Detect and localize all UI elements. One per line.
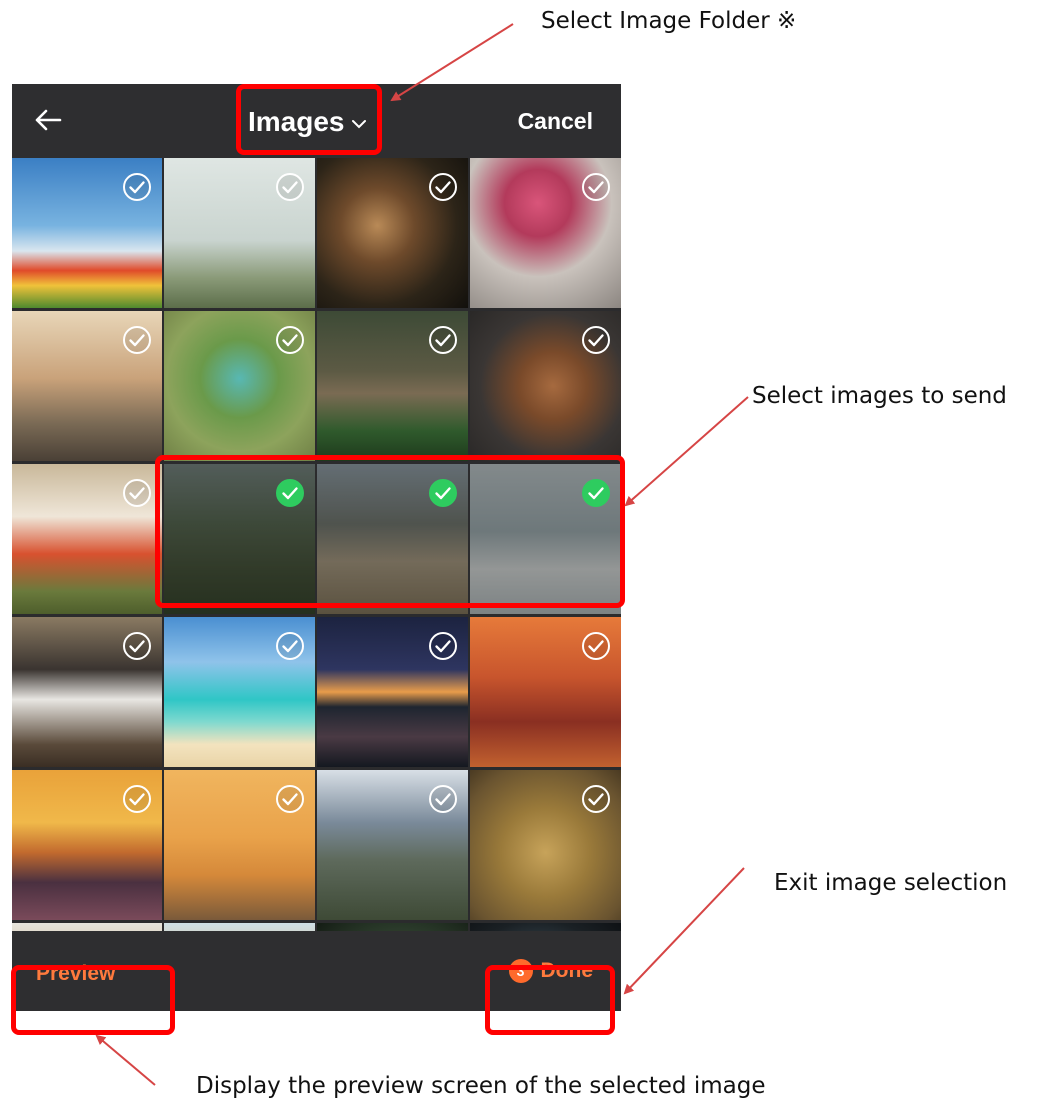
preview-button[interactable]: Preview [36, 962, 115, 986]
arrow-exit [623, 867, 745, 995]
check-circle-icon[interactable] [581, 631, 611, 661]
back-arrow-icon[interactable] [30, 102, 66, 138]
image-picker-screen: Images Cancel Preview 3 Done [12, 84, 621, 1011]
image-tile-husky-man[interactable] [12, 617, 162, 767]
check-circle-icon[interactable] [122, 784, 152, 814]
image-tile-tree-milkyway[interactable] [317, 617, 468, 767]
image-tile-giraffe[interactable] [164, 923, 315, 931]
image-tile-woman-field[interactable] [164, 464, 315, 614]
done-label: Done [540, 959, 594, 982]
check-circle-icon[interactable] [428, 172, 458, 202]
image-tile-elk[interactable] [317, 770, 468, 920]
image-tile-heron[interactable] [470, 923, 621, 931]
image-tile-abyssinian-cat[interactable] [470, 311, 621, 461]
check-circle-icon[interactable] [122, 172, 152, 202]
image-tile-jay-bird[interactable] [317, 158, 468, 308]
image-tile-lynx[interactable] [317, 311, 468, 461]
image-tile-venice-canal[interactable] [12, 311, 162, 461]
arrow-preview [95, 1034, 156, 1086]
image-tile-pink-peonies[interactable] [470, 158, 621, 308]
check-circle-icon[interactable] [122, 631, 152, 661]
annotation-select-folder: Select Image Folder ※ [541, 8, 797, 34]
annotation-preview: Display the preview screen of the select… [196, 1073, 766, 1099]
cancel-button[interactable]: Cancel [518, 108, 593, 135]
image-tile-palm-trees[interactable] [164, 158, 315, 308]
image-tile-eagle[interactable] [12, 923, 162, 931]
arrow-select [624, 396, 749, 507]
bottom-bar: Preview 3 Done [12, 931, 621, 1011]
image-tile-golden-gate[interactable] [470, 617, 621, 767]
image-tile-flower-bird[interactable] [317, 923, 468, 931]
folder-title: Images [248, 106, 345, 137]
check-circle-icon[interactable] [428, 631, 458, 661]
image-tile-lion[interactable] [470, 770, 621, 920]
image-grid [12, 158, 621, 931]
check-circle-icon[interactable] [428, 325, 458, 355]
annotation-exit-selection: Exit image selection [774, 870, 1008, 896]
check-circle-icon[interactable] [275, 325, 305, 355]
check-circle-icon[interactable] [581, 784, 611, 814]
check-circle-icon[interactable] [275, 784, 305, 814]
image-tile-vintage-car[interactable] [164, 770, 315, 920]
check-circle-icon[interactable] [428, 784, 458, 814]
folder-selector[interactable]: Images [248, 102, 367, 142]
check-selected-icon[interactable] [581, 478, 611, 508]
image-tile-surfer[interactable] [470, 464, 621, 614]
image-tile-french-bulldog[interactable] [12, 464, 162, 614]
annotation-select-images: Select images to send [752, 383, 1007, 409]
done-button[interactable]: 3 Done [508, 959, 594, 983]
check-selected-icon[interactable] [428, 478, 458, 508]
check-circle-icon[interactable] [122, 325, 152, 355]
check-selected-icon[interactable] [275, 478, 305, 508]
check-circle-icon[interactable] [581, 325, 611, 355]
image-tile-beach-boat[interactable] [164, 617, 315, 767]
top-bar: Images Cancel [12, 84, 621, 158]
check-circle-icon[interactable] [122, 478, 152, 508]
check-circle-icon[interactable] [275, 631, 305, 661]
chevron-down-icon [351, 120, 366, 129]
check-circle-icon[interactable] [275, 172, 305, 202]
image-tile-woman-dog-mountains[interactable] [317, 464, 468, 614]
image-tile-balloon-tulips[interactable] [12, 158, 162, 308]
selected-count-badge: 3 [508, 959, 533, 983]
image-tile-palm-sunset[interactable] [12, 770, 162, 920]
image-tile-bee-eaters[interactable] [164, 311, 315, 461]
check-circle-icon[interactable] [581, 172, 611, 202]
